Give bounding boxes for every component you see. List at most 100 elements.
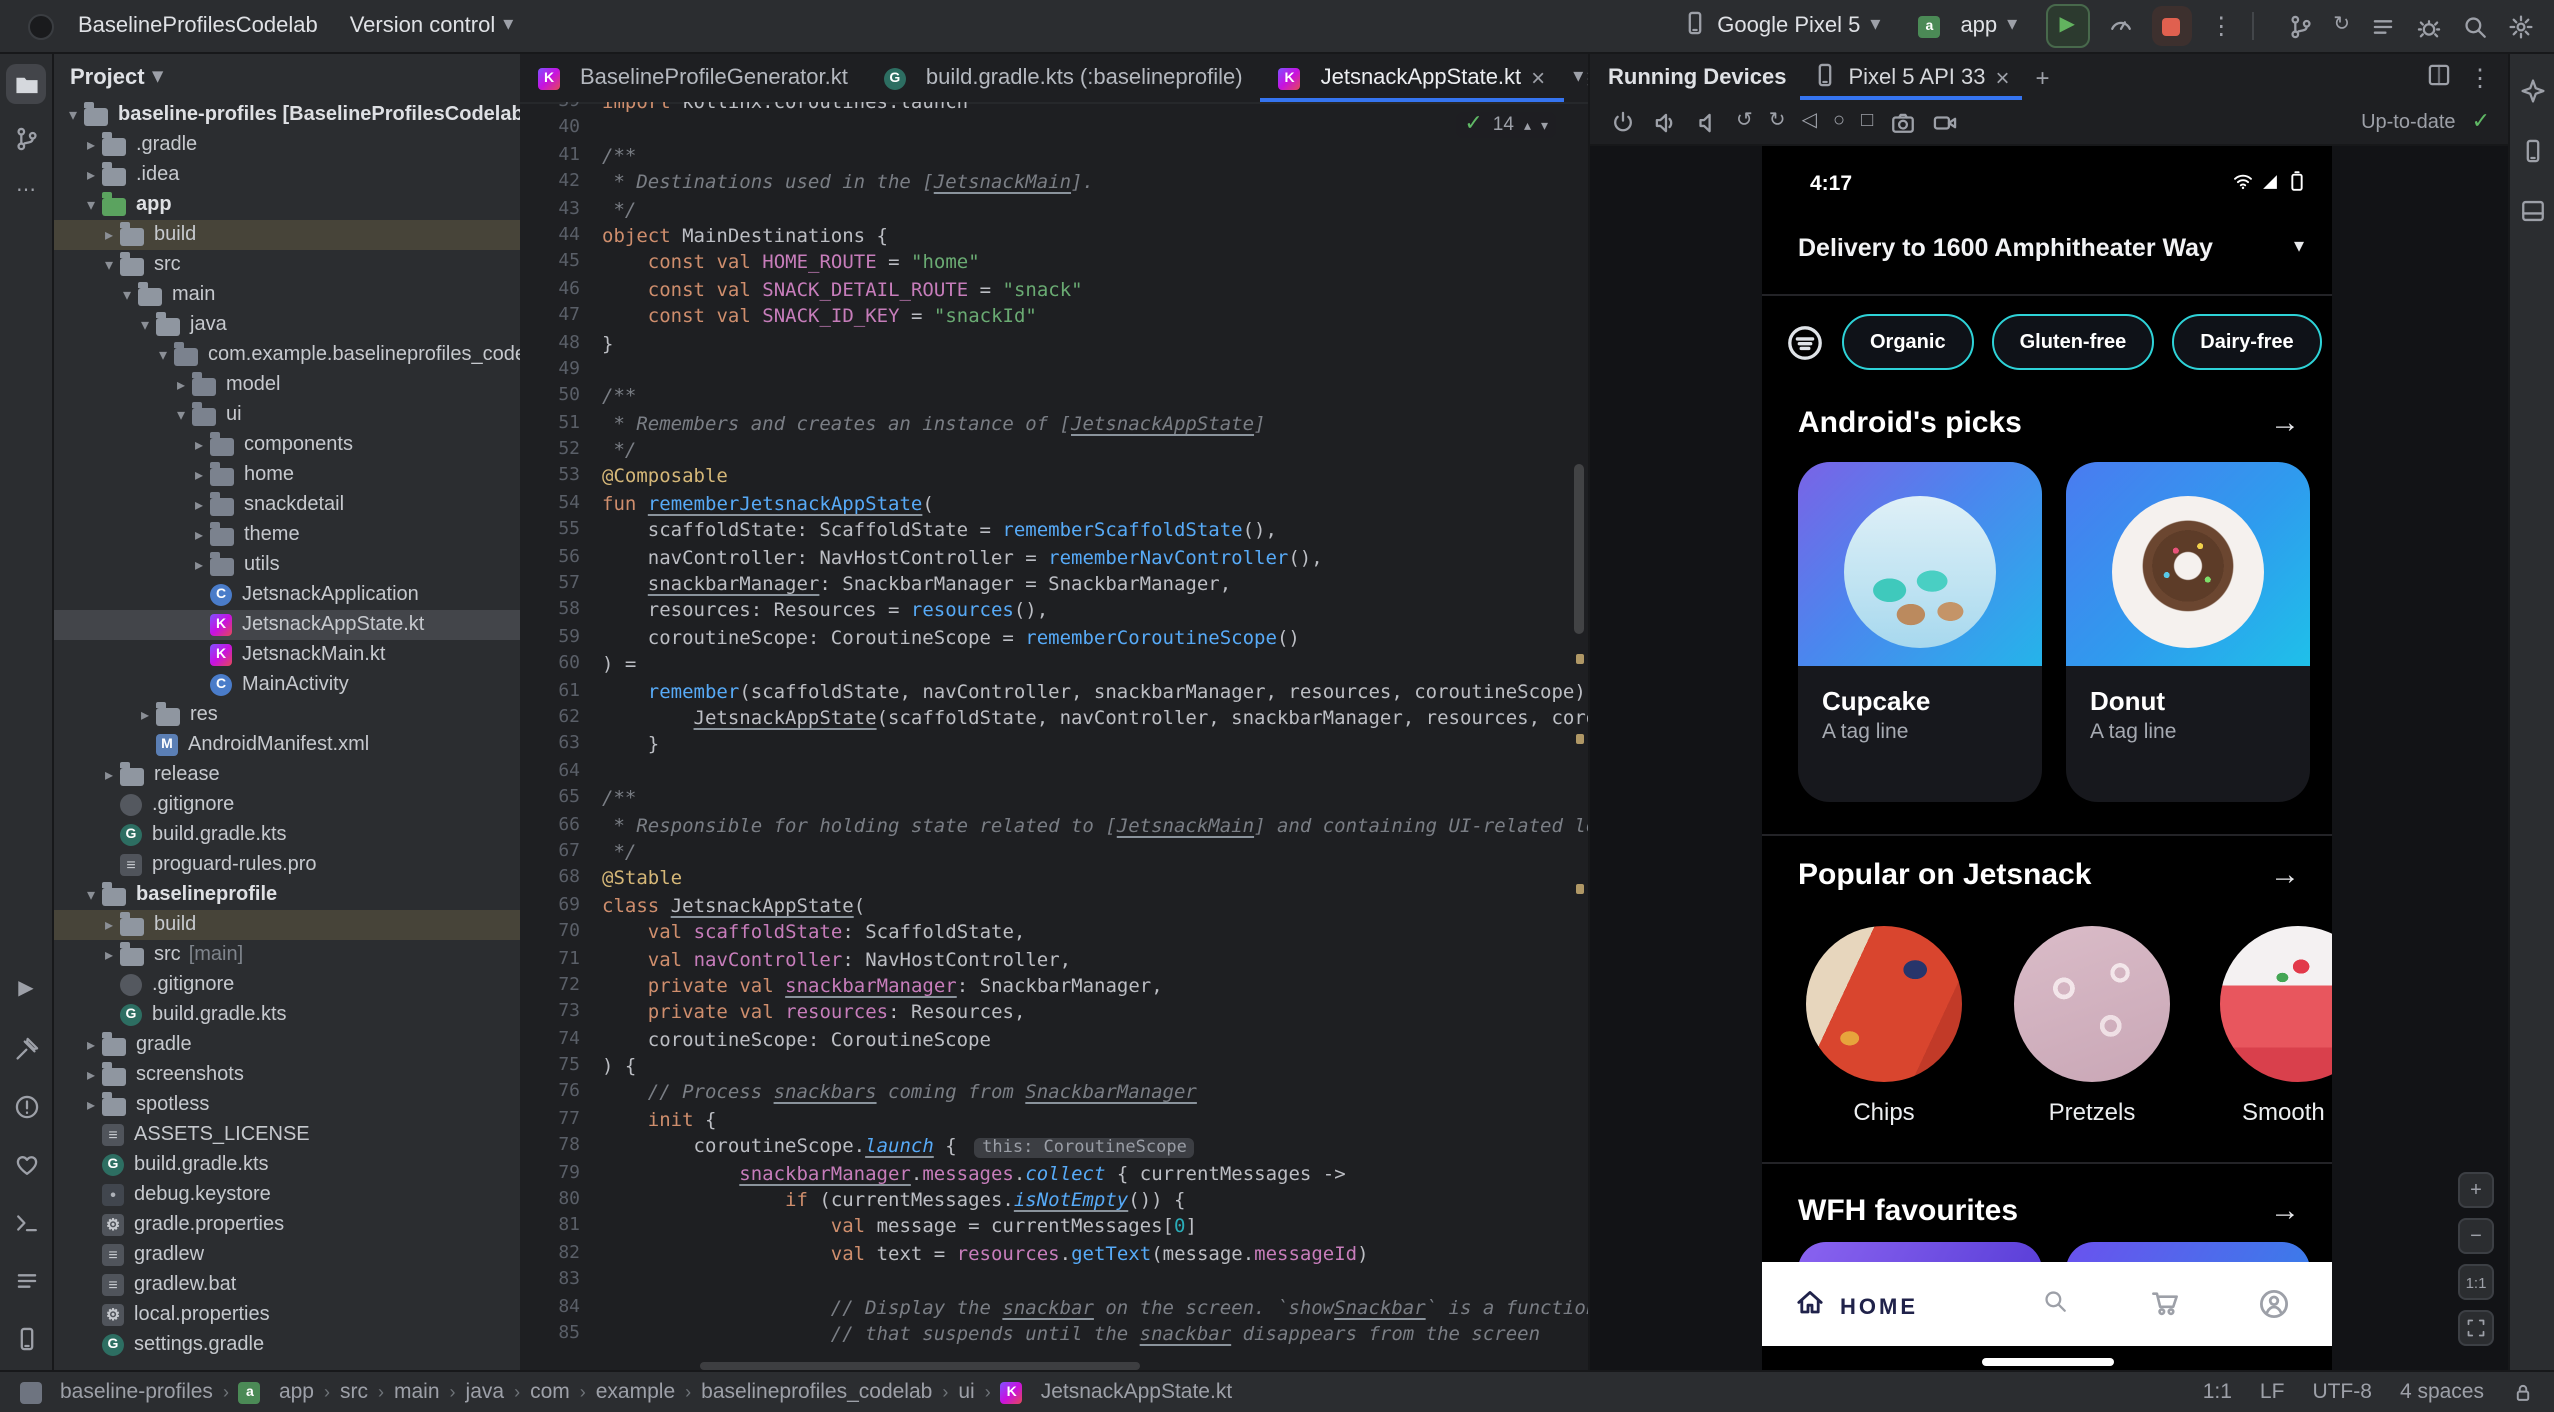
line-number[interactable]: 42 bbox=[520, 170, 602, 197]
vcs-menu[interactable]: Version control ▾ bbox=[350, 14, 514, 38]
project-menu[interactable]: BaselineProfilesCodelab bbox=[78, 14, 318, 38]
line-number[interactable]: 57 bbox=[520, 572, 602, 599]
code-line[interactable]: 45 const val HOME_ROUTE = "home" bbox=[520, 251, 1588, 278]
tree-row[interactable]: ▸ res bbox=[54, 700, 520, 730]
tree-row[interactable]: ▸ spotless bbox=[54, 1090, 520, 1120]
code-line[interactable]: 62 JetsnackAppState(scaffoldState, navCo… bbox=[520, 706, 1588, 733]
breadcrumb-item[interactable]: com bbox=[530, 1380, 570, 1404]
tree-row[interactable]: .gitignore bbox=[54, 970, 520, 1000]
code-line[interactable]: 77 init { bbox=[520, 1108, 1588, 1135]
code-line[interactable]: 68 @Stable bbox=[520, 867, 1588, 894]
delivery-chevron-icon[interactable]: ▾ bbox=[2294, 234, 2304, 258]
expanded-chevron-icon[interactable]: ▾ bbox=[170, 406, 192, 424]
volume-icon[interactable] bbox=[1652, 109, 1678, 135]
code-line[interactable]: 73 private val resources: Resources, bbox=[520, 1001, 1588, 1028]
tree-row[interactable]: ▸ screenshots bbox=[54, 1060, 520, 1090]
code-line[interactable]: 72 private val snackbarManager: Snackbar… bbox=[520, 974, 1588, 1001]
status-widget[interactable]: LF bbox=[2260, 1380, 2285, 1404]
breadcrumb-item[interactable]: ui bbox=[958, 1380, 974, 1404]
line-number[interactable]: 52 bbox=[520, 438, 602, 465]
tree-row[interactable]: ▾ com.example.baselineprofiles_codel bbox=[54, 340, 520, 370]
line-number[interactable]: 45 bbox=[520, 251, 602, 278]
smoothie-photo[interactable] bbox=[2220, 926, 2332, 1082]
snack-card[interactable]: Donut A tag line bbox=[2066, 462, 2310, 802]
tree-row[interactable]: K JetsnackAppState.kt bbox=[54, 610, 520, 640]
line-number[interactable]: 63 bbox=[520, 733, 602, 760]
chips-photo[interactable] bbox=[1806, 926, 1962, 1082]
close-icon[interactable]: × bbox=[1996, 65, 2010, 89]
expanded-chevron-icon[interactable]: ▾ bbox=[134, 316, 156, 334]
code-line[interactable]: 76 // Process snackbars coming from Snac… bbox=[520, 1081, 1588, 1108]
nav-cart-item[interactable] bbox=[2150, 1288, 2180, 1328]
code-line[interactable]: 50/** bbox=[520, 385, 1588, 412]
tree-row[interactable]: ▾ main bbox=[54, 280, 520, 310]
zoom-actual-button[interactable]: 1:1 bbox=[2458, 1264, 2494, 1300]
tree-row[interactable]: .gitignore bbox=[54, 790, 520, 820]
collapsed-chevron-icon[interactable]: ▸ bbox=[98, 916, 120, 934]
tree-row[interactable]: ▸ src [main] bbox=[54, 940, 520, 970]
code-line[interactable]: 74 coroutineScope: CoroutineScope bbox=[520, 1027, 1588, 1054]
line-number[interactable]: 60 bbox=[520, 652, 602, 679]
tree-row[interactable]: ⚙ local.properties bbox=[54, 1300, 520, 1330]
code-line[interactable]: 64 bbox=[520, 760, 1588, 787]
panel-options-icon[interactable]: ⋮ bbox=[2468, 65, 2492, 89]
collapsed-chevron-icon[interactable]: ▸ bbox=[188, 526, 210, 544]
expanded-chevron-icon[interactable]: ▾ bbox=[62, 106, 84, 124]
tree-row[interactable]: ▾ java bbox=[54, 310, 520, 340]
line-number[interactable]: 44 bbox=[520, 224, 602, 251]
line-number[interactable]: 75 bbox=[520, 1054, 602, 1081]
code-line[interactable]: 63 } bbox=[520, 733, 1588, 760]
tree-row[interactable]: ▸ .idea bbox=[54, 160, 520, 190]
line-number[interactable]: 65 bbox=[520, 786, 602, 813]
device-tab[interactable]: Pixel 5 API 33 × bbox=[1801, 54, 2022, 100]
tree-row[interactable]: ▸ release bbox=[54, 760, 520, 790]
line-number[interactable]: 47 bbox=[520, 304, 602, 331]
tree-row[interactable]: ▸ build bbox=[54, 220, 520, 250]
collapsed-chevron-icon[interactable]: ▸ bbox=[98, 226, 120, 244]
zoom-in-button[interactable]: + bbox=[2458, 1172, 2494, 1208]
device-manager-button[interactable] bbox=[2512, 130, 2552, 170]
collapsed-chevron-icon[interactable]: ▸ bbox=[188, 436, 210, 454]
code-line[interactable]: 42 * Destinations used in the [JetsnackM… bbox=[520, 170, 1588, 197]
nav-home-item[interactable]: HOME bbox=[1794, 1286, 1918, 1328]
line-number[interactable]: 54 bbox=[520, 492, 602, 519]
collapsed-chevron-icon[interactable]: ▸ bbox=[134, 706, 156, 724]
line-number[interactable]: 83 bbox=[520, 1268, 602, 1295]
profiler-icon[interactable] bbox=[2107, 10, 2133, 36]
expanded-chevron-icon[interactable]: ▾ bbox=[80, 196, 102, 214]
breadcrumb-item[interactable]: baselineprofiles_codelab bbox=[701, 1380, 932, 1404]
close-icon[interactable]: × bbox=[1531, 66, 1545, 90]
line-number[interactable]: 80 bbox=[520, 1188, 602, 1215]
line-number[interactable]: 49 bbox=[520, 358, 602, 385]
code-line[interactable]: 52 */ bbox=[520, 438, 1588, 465]
line-number[interactable]: 53 bbox=[520, 465, 602, 492]
section-arrow-icon[interactable]: → bbox=[2270, 1194, 2300, 1228]
warning-stripe-mark[interactable] bbox=[1576, 654, 1584, 664]
ai-assistant-button[interactable] bbox=[2512, 70, 2552, 110]
code-line[interactable]: 81 val message = currentMessages[0] bbox=[520, 1215, 1588, 1242]
code-line[interactable]: 71 val navController: NavHostController, bbox=[520, 947, 1588, 974]
filter-icon[interactable] bbox=[1786, 323, 1824, 361]
line-number[interactable]: 66 bbox=[520, 813, 602, 840]
chevron-down-icon[interactable]: ▾ bbox=[1573, 67, 1583, 88]
delivery-address[interactable]: Delivery to 1600 Amphitheater Way bbox=[1798, 234, 2213, 262]
logcat-tool-button[interactable] bbox=[6, 1260, 46, 1300]
filter-chip[interactable]: Dairy-free bbox=[2172, 314, 2322, 370]
tree-row[interactable]: ⚙ gradle.properties bbox=[54, 1210, 520, 1240]
warning-stripe-mark[interactable] bbox=[1576, 884, 1584, 894]
line-number[interactable]: 56 bbox=[520, 545, 602, 572]
tree-row[interactable]: ≡ gradlew.bat bbox=[54, 1270, 520, 1300]
breadcrumb-item[interactable]: baseline-profiles bbox=[20, 1380, 213, 1404]
code-line[interactable]: 59 coroutineScope: CoroutineScope = reme… bbox=[520, 626, 1588, 653]
code-line[interactable]: 39 import kotlinx.coroutines.launch bbox=[520, 102, 1588, 117]
tree-row[interactable]: ▸ components bbox=[54, 430, 520, 460]
code-line[interactable]: 48} bbox=[520, 331, 1588, 358]
device-explorer-tool-button[interactable] bbox=[6, 1318, 46, 1358]
collapsed-chevron-icon[interactable]: ▸ bbox=[188, 556, 210, 574]
tree-row[interactable]: ▾ baselineprofile bbox=[54, 880, 520, 910]
line-number[interactable]: 64 bbox=[520, 760, 602, 787]
status-widget[interactable]: 4 spaces bbox=[2400, 1380, 2484, 1404]
line-number[interactable]: 40 bbox=[520, 117, 602, 144]
settings-icon[interactable] bbox=[2508, 13, 2534, 39]
line-number[interactable]: 59 bbox=[520, 626, 602, 653]
